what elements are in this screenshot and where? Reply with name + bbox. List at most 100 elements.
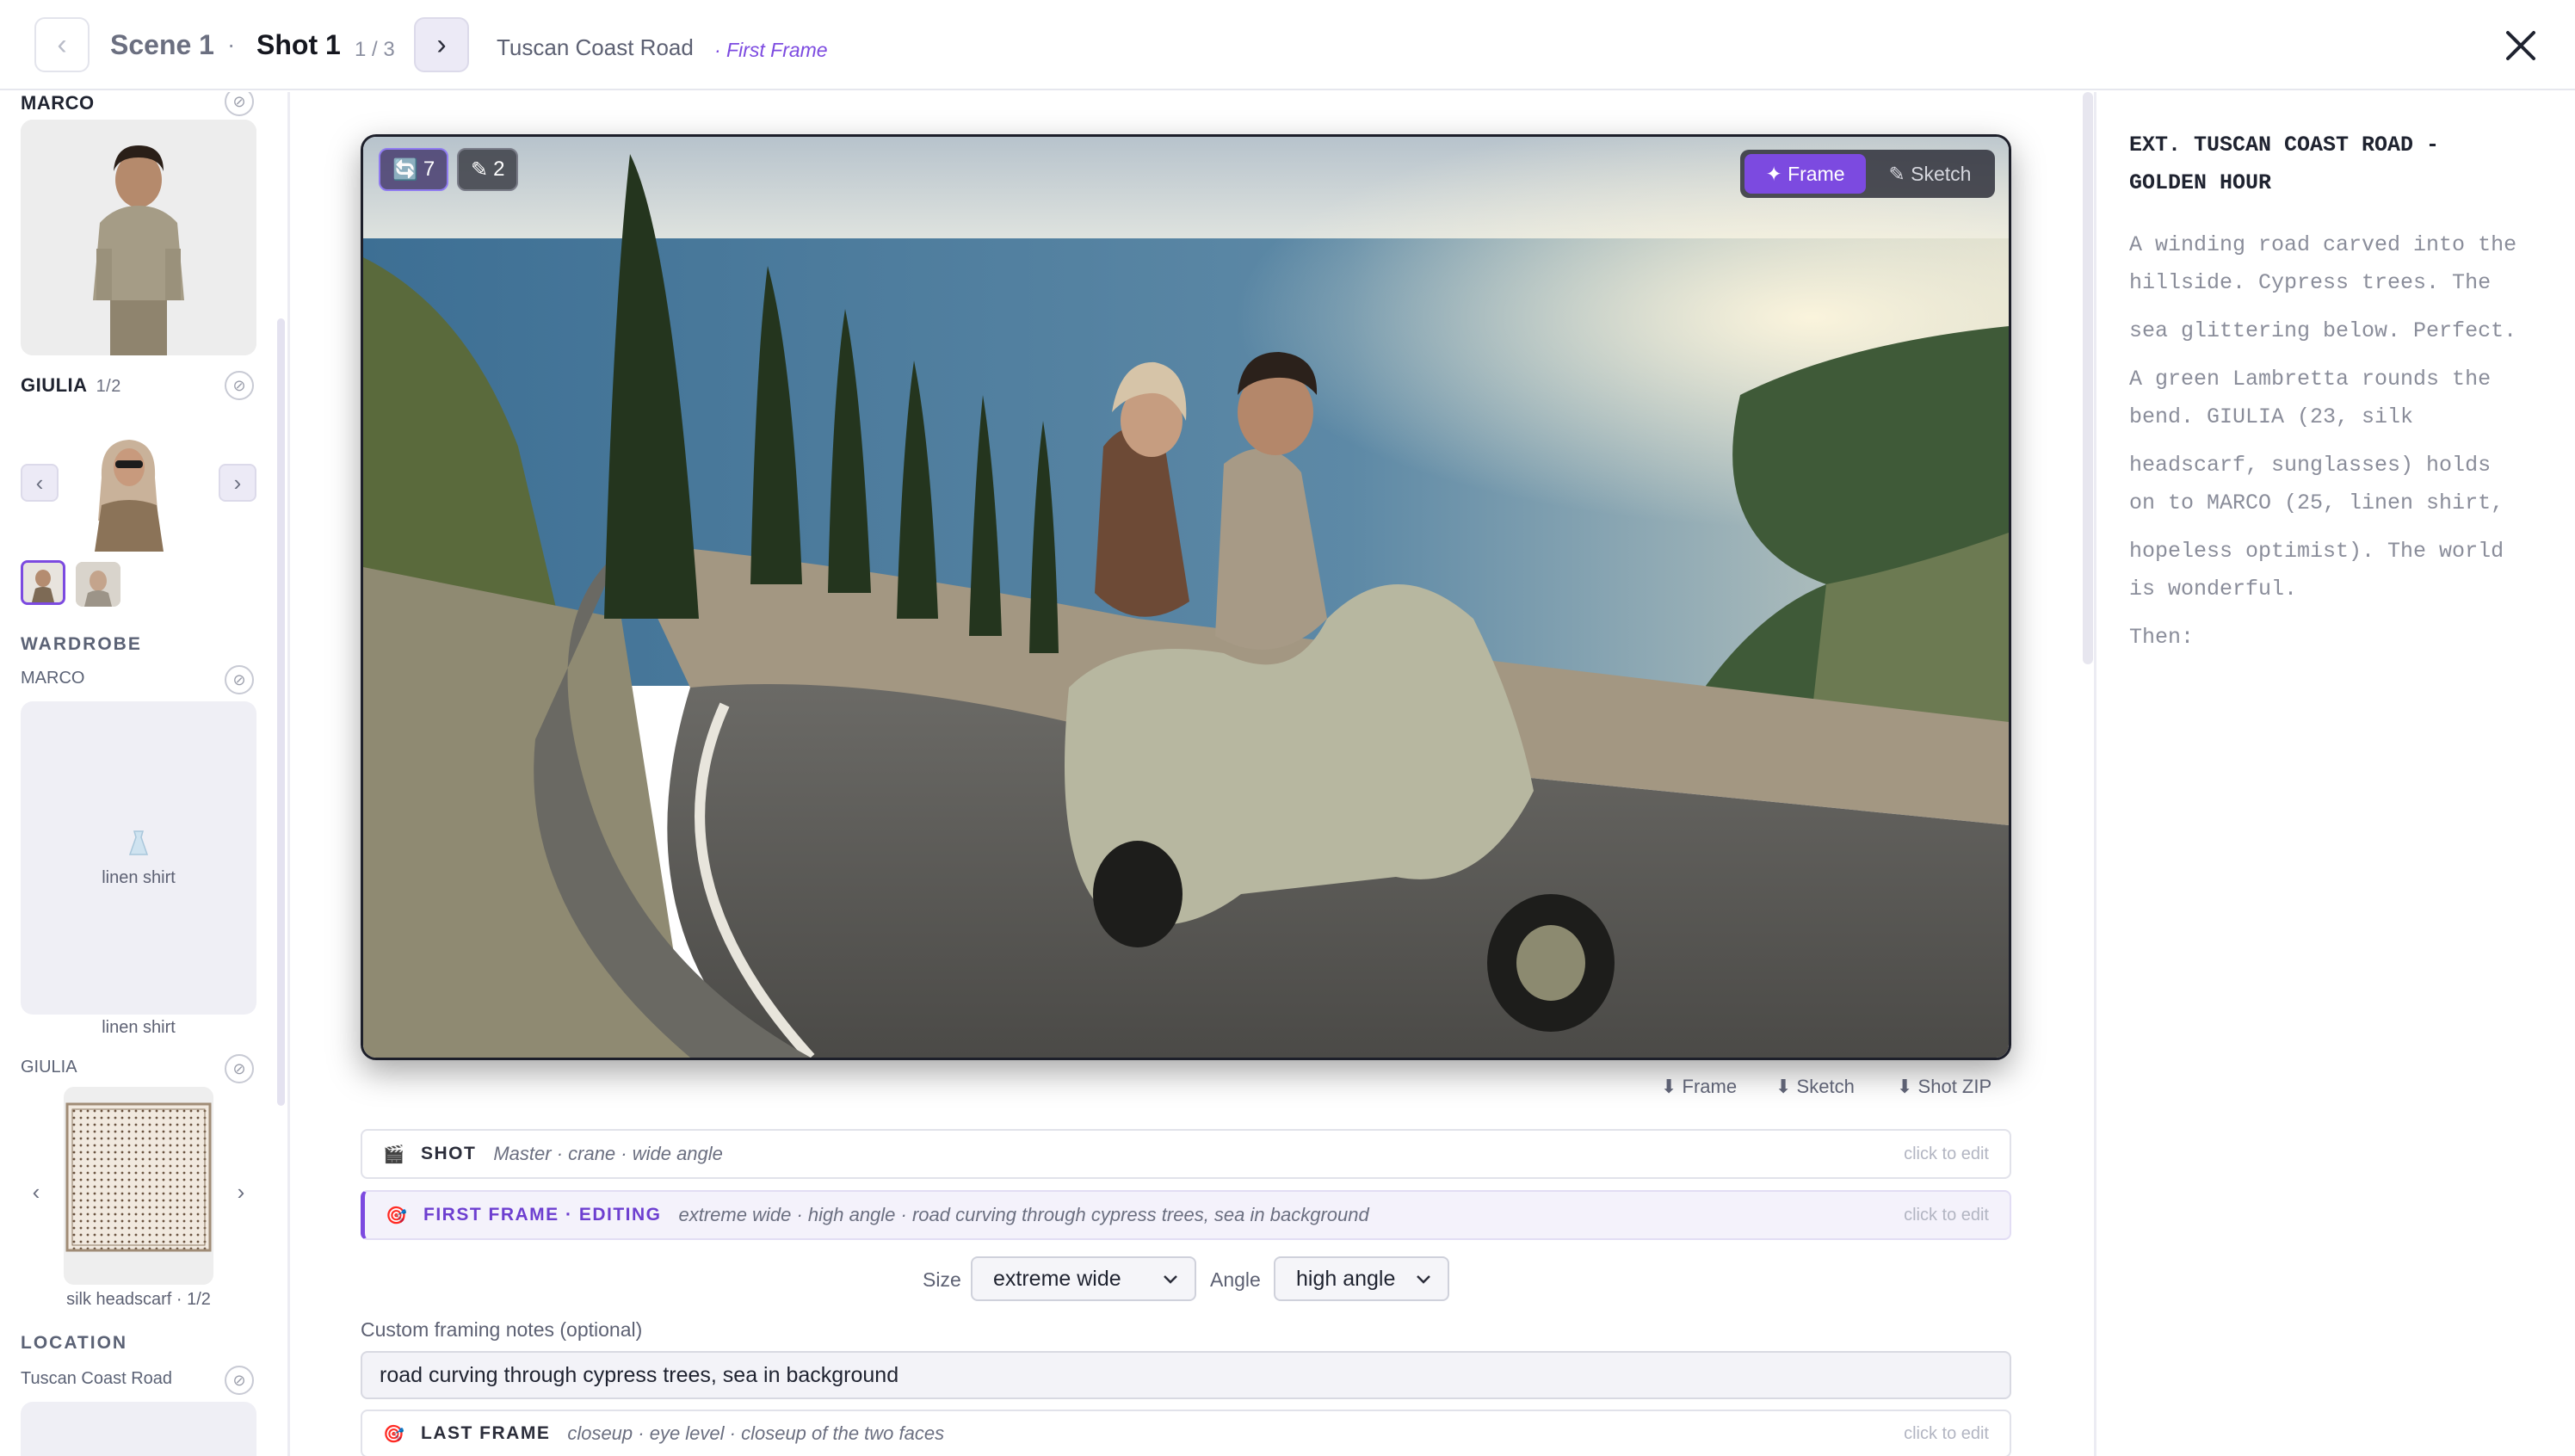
script-divider [2094,92,2096,1456]
breadcrumb-separator: · [227,31,236,58]
download-frame-button[interactable]: ⬇ Frame [1661,1076,1737,1098]
sidebar-scrollbar[interactable] [277,318,285,1106]
clear-icon: ⊘ [232,1371,246,1389]
location-placeholder[interactable] [21,1402,256,1456]
giulia-prev-button[interactable]: ‹ [21,464,59,502]
giulia-portrait[interactable] [76,426,179,552]
clapperboard-icon: 🎬 [383,1144,404,1164]
character-name-marco: MARCO [21,92,95,114]
scene-heading-line-1: EXT. TUSCAN COAST ROAD - [2129,133,2440,157]
script-line: hillside. Cypress trees. The [2129,270,2492,295]
download-zip-button[interactable]: ⬇ Shot ZIP [1897,1076,1991,1098]
chevron-right-icon: › [436,28,447,61]
last-frame-row[interactable]: 🎯 LAST FRAME closeup · eye level · close… [361,1410,2011,1456]
framing-notes-label: Custom framing notes (optional) [361,1318,643,1341]
sketch-mode-tab[interactable]: ✎ Sketch [1869,154,1991,194]
angle-label: Angle [1210,1268,1261,1291]
prev-shot-button[interactable]: ‹ [34,17,90,72]
download-sketch-button[interactable]: ⬇ Sketch [1775,1076,1855,1098]
script-line: on to MARCO (25, linen shirt, [2129,490,2504,515]
script-line: A green Lambretta rounds the [2129,367,2492,392]
size-label: Size [923,1268,961,1291]
chevron-down-icon [1164,1275,1177,1284]
giulia-ref-thumb-2[interactable] [76,562,120,607]
first-frame-row[interactable]: 🎯 FIRST FRAME · EDITING extreme wide · h… [361,1190,2011,1240]
shot-row-desc: Master · crane · wide angle [493,1143,723,1164]
chevron-left-icon: ‹ [35,469,44,496]
clear-giulia-button[interactable]: ⊘ [225,371,254,400]
giulia-portrait-image [76,426,179,552]
script-line: bend. GIULIA (23, silk [2129,404,2414,429]
chevron-right-icon: › [237,1178,245,1205]
shot-counter: 1 / 3 [355,38,395,61]
giulia-next-button[interactable]: › [219,464,256,502]
last-frame-hint: click to edit [1904,1423,1989,1443]
wardrobe-item-label: linen shirt [102,867,176,887]
dress-icon [128,830,149,855]
target-icon: 🎯 [386,1206,407,1225]
headscarf-image[interactable] [64,1087,213,1285]
next-shot-button[interactable]: › [414,17,469,72]
pencil-icon: ✎ [471,157,489,182]
frame-mode-tab[interactable]: ✦ Frame [1744,154,1866,194]
regenerations-badge[interactable]: 🔄 7 [379,148,449,191]
clear-icon: ⊘ [232,1059,246,1077]
frame-preview[interactable] [361,134,2011,1060]
first-frame-desc: extreme wide · high angle · road curving… [678,1204,1369,1225]
clear-marco-button[interactable]: ⊘ [225,92,254,116]
last-frame-tag: LAST FRAME [421,1423,551,1443]
script-line: Then: [2129,625,2195,650]
clear-location-button[interactable]: ⊘ [225,1366,254,1395]
script-line: is wonderful. [2129,577,2298,602]
marco-wardrobe-placeholder[interactable]: linen shirt [21,701,256,1015]
location-ref-name: Tuscan Coast Road [21,1369,173,1388]
shot-title: Shot 1 [256,29,341,60]
script-line: hopeless optimist). The world [2129,539,2504,564]
shot-row-tag: SHOT [421,1144,477,1163]
script-line: A winding road carved into the [2129,232,2517,257]
regeneration-count: 7 [423,157,435,181]
first-frame-hint: click to edit [1904,1205,1989,1225]
wardrobe-owner-marco: MARCO [21,669,85,688]
frame-indicator: · First Frame [714,39,828,61]
center-scrollbar[interactable] [2083,92,2093,664]
framing-notes-input[interactable]: road curving through cypress trees, sea … [361,1351,2011,1399]
wardrobe-owner-giulia: GIULIA [21,1058,77,1077]
wardrobe-next-button[interactable]: › [222,1173,260,1211]
script-line: sea glittering below. Perfect. [2129,318,2517,343]
scene-title[interactable]: Scene 1 [110,28,214,62]
clear-icon: ⊘ [232,92,246,110]
scene-heading-line-2: GOLDEN HOUR [2129,170,2272,195]
giulia-ref-thumb-1[interactable] [21,560,65,605]
marco-portrait-image [21,120,256,355]
sidebar-divider [287,92,290,1456]
clear-marco-wardrobe-button[interactable]: ⊘ [225,665,254,694]
frame-image [363,137,2009,1058]
location-name: Tuscan Coast Road [497,34,694,60]
angle-value: high angle [1296,1266,1396,1291]
close-button[interactable] [2501,26,2541,65]
thumbnail-image [76,562,120,607]
size-select[interactable]: extreme wide [971,1256,1196,1301]
location-heading: LOCATION [21,1333,128,1353]
close-icon [2506,31,2535,60]
shot-row-hint: click to edit [1904,1144,1989,1163]
chevron-left-icon: ‹ [57,28,67,61]
script-line: headscarf, sunglasses) holds [2129,453,2492,478]
marco-wardrobe-caption: linen shirt [102,1018,176,1037]
last-frame-desc: closeup · eye level · closeup of the two… [567,1422,945,1444]
wardrobe-heading: WARDROBE [21,634,142,654]
wardrobe-prev-button[interactable]: ‹ [17,1173,55,1211]
chevron-down-icon [1417,1275,1430,1284]
angle-select[interactable]: high angle [1274,1256,1449,1301]
character-name-giulia: GIULIA 1/2 [21,374,121,396]
clear-icon: ⊘ [232,376,246,394]
clear-icon: ⊘ [232,670,246,688]
first-frame-tag: FIRST FRAME · EDITING [423,1205,662,1225]
chevron-left-icon: ‹ [32,1178,40,1205]
framing-notes-value: road curving through cypress trees, sea … [380,1362,899,1387]
shot-row[interactable]: 🎬 SHOT Master · crane · wide angle click… [361,1129,2011,1179]
clear-giulia-wardrobe-button[interactable]: ⊘ [225,1054,254,1083]
edits-badge[interactable]: ✎ 2 [457,148,519,191]
marco-portrait[interactable] [21,120,256,355]
